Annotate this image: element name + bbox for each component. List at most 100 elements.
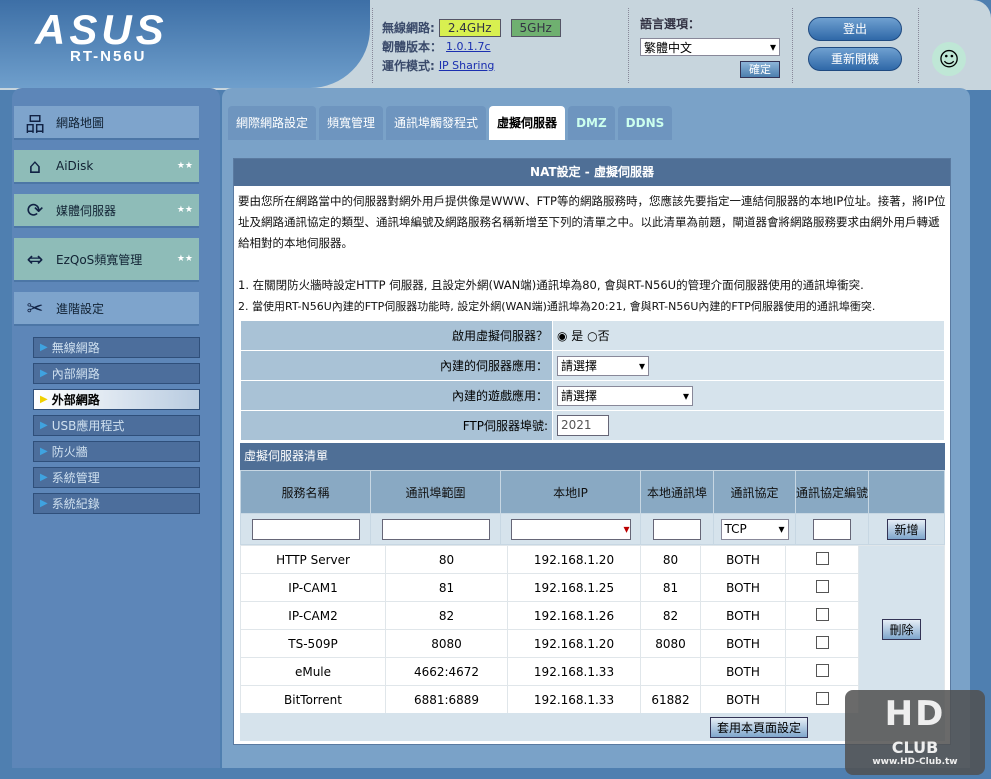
- cell-select: [785, 601, 859, 630]
- language-select[interactable]: 繁體中文 ▾: [640, 38, 780, 56]
- label: 網路地圖: [56, 115, 105, 130]
- protocol-number-input[interactable]: [813, 518, 851, 540]
- sidebar-item-aidisk[interactable]: ⌂ AiDisk ★★: [14, 150, 199, 184]
- table-row: IP-CAM1 81 192.168.1.25 81 BOTH: [240, 573, 945, 602]
- language-apply-button[interactable]: 確定: [740, 61, 780, 78]
- cell-port: 61882: [640, 685, 701, 714]
- cell-ip: 192.168.1.33: [507, 685, 641, 714]
- cell-proto: BOTH: [700, 601, 786, 630]
- cell-name: IP-CAM1: [240, 573, 386, 602]
- submenu-wan[interactable]: ▶ 外部網路: [33, 389, 200, 410]
- col-local-ip: 本地IP: [500, 470, 641, 514]
- row-checkbox[interactable]: [815, 607, 829, 621]
- label: AiDisk: [56, 159, 94, 173]
- col-local-port: 本地通訊埠: [640, 470, 714, 514]
- cell-name: BitTorrent: [240, 685, 386, 714]
- cell-range: 8080: [385, 629, 508, 658]
- label: 無線網路: [51, 341, 100, 355]
- tab-internet[interactable]: 網際網路設定: [228, 106, 317, 140]
- label: USB應用程式: [51, 419, 125, 433]
- cell-name: HTTP Server: [240, 545, 386, 574]
- divider: [918, 8, 919, 83]
- value: 請選擇: [561, 389, 598, 403]
- cell-proto: BOTH: [700, 685, 786, 714]
- submenu-admin[interactable]: ▶ 系統管理: [33, 467, 200, 488]
- cell-name: IP-CAM2: [240, 601, 386, 630]
- reboot-button[interactable]: 重新開機: [808, 47, 902, 71]
- radio-no[interactable]: ○否: [587, 329, 610, 343]
- divider: [372, 8, 373, 83]
- delete-button[interactable]: 刪除: [882, 619, 921, 640]
- service-name-input[interactable]: [251, 518, 360, 540]
- chevron-down-icon: ▾: [682, 388, 689, 403]
- label: EzQoS頻寬管理: [56, 252, 143, 267]
- sidebar-item-media-server[interactable]: ⟳ 媒體伺服器 ★★: [14, 194, 199, 228]
- server-list-table: HTTP Server 80 192.168.1.20 80 BOTH 刪除 IP-CAM1…: [240, 545, 945, 714]
- logout-button[interactable]: 登出: [808, 17, 902, 41]
- row-checkbox[interactable]: [815, 551, 829, 565]
- tab-virtual-server[interactable]: 虛擬伺服器: [489, 106, 566, 140]
- builtin-app-select[interactable]: 請選擇 ▾: [557, 355, 649, 376]
- sidebar-item-advanced[interactable]: ✂ 進階設定: [14, 292, 199, 326]
- cell-range: 80: [385, 545, 508, 574]
- col-protocol: 通訊協定: [713, 470, 796, 514]
- tab-ddns[interactable]: DDNS: [617, 106, 673, 140]
- cell-port: 81: [640, 573, 701, 602]
- col-service-name: 服務名稱: [240, 470, 371, 514]
- content-box: NAT設定 - 虛擬伺服器 要由您所在網路當中的伺服器對網外用戶提供像是WWW、…: [233, 158, 951, 745]
- chevron-down-icon: ▾: [623, 521, 630, 536]
- radio-yes[interactable]: ◉ 是: [557, 329, 583, 343]
- ftp-port-input[interactable]: 2021: [557, 415, 609, 436]
- sidebar-item-ezqos[interactable]: ⇔ EzQoS頻寬管理 ★★: [14, 238, 199, 282]
- row-checkbox[interactable]: [815, 691, 829, 705]
- settings-form: 啟用虛擬伺服器？ ◉ 是 ○否 內建的伺服器應用： 請選擇 ▾ 內建的遊戲應用： …: [240, 320, 945, 441]
- network-map-icon: 品: [25, 111, 45, 136]
- protocol-select[interactable]: TCP ▾: [720, 518, 789, 540]
- arrow-icon: ▶: [40, 420, 48, 431]
- cell-ip: 192.168.1.25: [507, 573, 641, 602]
- row-checkbox[interactable]: [815, 635, 829, 649]
- builtin-app-label: 內建的伺服器應用：: [240, 350, 553, 381]
- submenu-firewall[interactable]: ▶ 防火牆: [33, 441, 200, 462]
- row-checkbox[interactable]: [815, 663, 829, 677]
- local-port-input[interactable]: [653, 518, 701, 540]
- cell-ip: 192.168.1.26: [507, 601, 641, 630]
- cell-proto: BOTH: [700, 657, 786, 686]
- mode-link[interactable]: IP Sharing: [439, 59, 495, 72]
- local-ip-combo[interactable]: ▾: [510, 518, 631, 540]
- port-range-input[interactable]: [381, 518, 490, 540]
- note-2: 2. 當使用RT-N56U內建的FTP伺服器功能時, 設定外網(WAN端)通訊埠…: [238, 300, 876, 313]
- game-label: 內建的遊戲應用：: [240, 380, 553, 411]
- chevron-down-icon: ▾: [638, 358, 645, 373]
- band-5-button[interactable]: 5GHz: [510, 18, 561, 37]
- submenu-wireless[interactable]: ▶ 無線網路: [33, 337, 200, 358]
- cell-port: [640, 657, 701, 686]
- sidebar-item-network-map[interactable]: 品網路地圖: [14, 106, 199, 140]
- table-row: eMule 4662:4672 192.168.1.33 BOTH: [240, 657, 945, 686]
- list-title: 虛擬伺服器清單: [240, 443, 945, 470]
- watermark: HD CLUB www.HD-Club.tw: [845, 690, 985, 775]
- row-checkbox[interactable]: [815, 579, 829, 593]
- submenu-usb[interactable]: ▶ USB應用程式: [33, 415, 200, 436]
- tab-bandwidth[interactable]: 頻寬管理: [319, 106, 384, 140]
- router-icon: ⌂: [28, 154, 42, 178]
- col-protocol-number: 通訊協定編號: [795, 470, 869, 514]
- tab-dmz[interactable]: DMZ: [568, 106, 615, 140]
- submenu-log[interactable]: ▶ 系統紀錄: [33, 493, 200, 514]
- band-24-button[interactable]: 2.4GHz: [438, 18, 501, 37]
- game-select[interactable]: 請選擇 ▾: [557, 385, 693, 406]
- add-button[interactable]: 新增: [887, 518, 926, 540]
- apply-button[interactable]: 套用本頁面設定: [710, 717, 809, 738]
- cell-name: eMule: [240, 657, 386, 686]
- firmware-link[interactable]: 1.0.1.7c: [446, 40, 491, 53]
- submenu-lan[interactable]: ▶ 內部網路: [33, 363, 200, 384]
- arrow-icon: ▶: [40, 368, 48, 379]
- label: 內部網路: [51, 367, 100, 381]
- table-row: TS-509P 8080 192.168.1.20 8080 BOTH: [240, 629, 945, 658]
- cell-select: [785, 545, 859, 574]
- tab-port-trigger[interactable]: 通訊埠觸發程式: [386, 106, 487, 140]
- cell-delete: 刪除: [858, 545, 945, 714]
- label: 系統紀錄: [51, 497, 100, 511]
- media-server-icon: ⟳: [26, 198, 44, 222]
- col-port-range: 通訊埠範圍: [370, 470, 501, 514]
